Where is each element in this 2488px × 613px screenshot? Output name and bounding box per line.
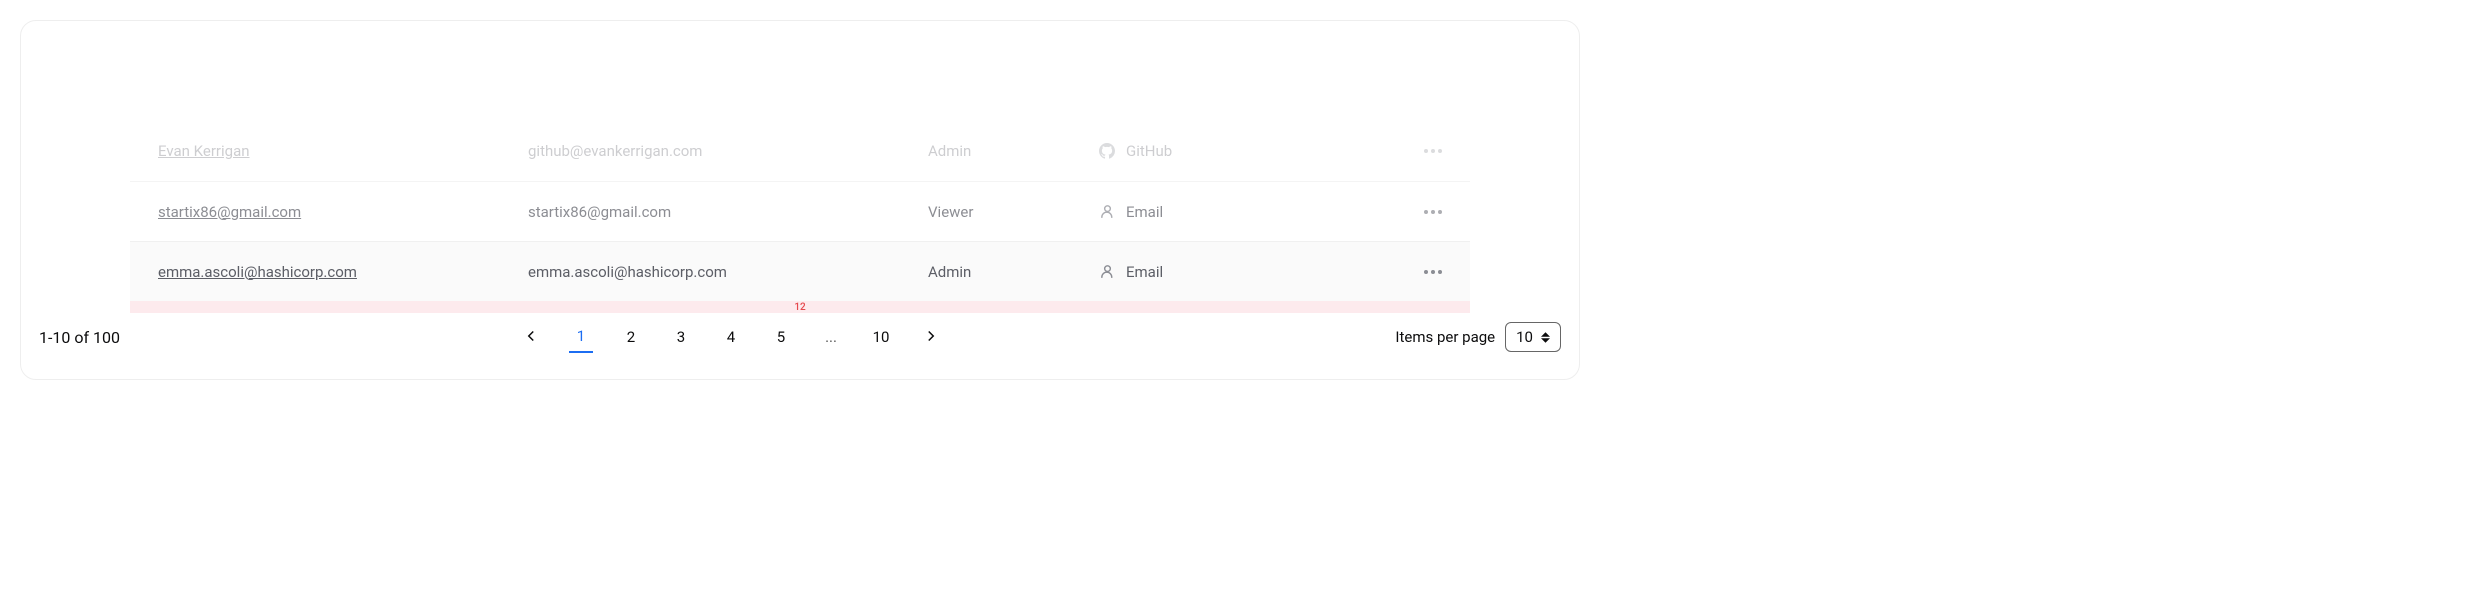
- items-per-page-value: 10: [1516, 328, 1533, 346]
- user-name-link[interactable]: startix86@gmail.com: [158, 203, 528, 221]
- user-icon: [1098, 263, 1116, 281]
- page-range-text: 1-10 of 100: [39, 328, 519, 347]
- more-actions-button[interactable]: [1424, 210, 1442, 214]
- items-per-page-label: Items per page: [1395, 328, 1495, 346]
- items-per-page-select[interactable]: 10: [1505, 322, 1561, 352]
- chevron-left-icon: [521, 326, 541, 346]
- page-number-button[interactable]: 2: [619, 322, 643, 352]
- user-role: Admin: [928, 263, 1098, 281]
- user-role: Viewer: [928, 203, 1098, 221]
- pagination-bar: 1-10 of 100 1 2 3 4 5 ... 10 Items per p…: [21, 313, 1579, 361]
- table-row: startix86@gmail.com startix86@gmail.com …: [130, 181, 1470, 241]
- user-email: emma.ascoli@hashicorp.com: [528, 263, 928, 281]
- select-sort-icon: [1541, 332, 1550, 343]
- page-ellipsis: ...: [819, 322, 843, 352]
- chevron-right-icon: [921, 326, 941, 346]
- page-number-button[interactable]: 3: [669, 322, 693, 352]
- user-icon: [1098, 203, 1116, 221]
- user-provider: GitHub: [1098, 142, 1398, 160]
- user-provider: Email: [1098, 263, 1398, 281]
- spacing-indicator: 12: [130, 301, 1470, 313]
- more-actions-button[interactable]: [1424, 270, 1442, 274]
- page-number-button[interactable]: 1: [569, 321, 593, 353]
- user-name-link[interactable]: Evan Kerrigan: [158, 142, 528, 160]
- provider-label: Email: [1126, 263, 1163, 281]
- user-provider: Email: [1098, 203, 1398, 221]
- page-navigation: 1 2 3 4 5 ... 10: [519, 320, 943, 355]
- window-frame: Evan Kerrigan github@evankerrigan.com Ad…: [20, 20, 1580, 380]
- github-icon: [1098, 142, 1116, 160]
- page-number-button[interactable]: 10: [869, 322, 893, 352]
- user-role: Admin: [928, 142, 1098, 160]
- table-row: emma.ascoli@hashicorp.com emma.ascoli@ha…: [130, 241, 1470, 301]
- items-per-page: Items per page 10: [1395, 322, 1561, 352]
- table-row: Evan Kerrigan github@evankerrigan.com Ad…: [130, 121, 1470, 181]
- prev-page-button[interactable]: [519, 320, 543, 355]
- provider-label: Email: [1126, 203, 1163, 221]
- more-actions-button[interactable]: [1424, 149, 1442, 153]
- user-name-link[interactable]: emma.ascoli@hashicorp.com: [158, 263, 528, 281]
- user-email: github@evankerrigan.com: [528, 142, 928, 160]
- page-number-button[interactable]: 4: [719, 322, 743, 352]
- table-body: Evan Kerrigan github@evankerrigan.com Ad…: [130, 121, 1470, 301]
- user-email: startix86@gmail.com: [528, 203, 928, 221]
- provider-label: GitHub: [1126, 142, 1172, 160]
- page-number-button[interactable]: 5: [769, 322, 793, 352]
- next-page-button[interactable]: [919, 320, 943, 355]
